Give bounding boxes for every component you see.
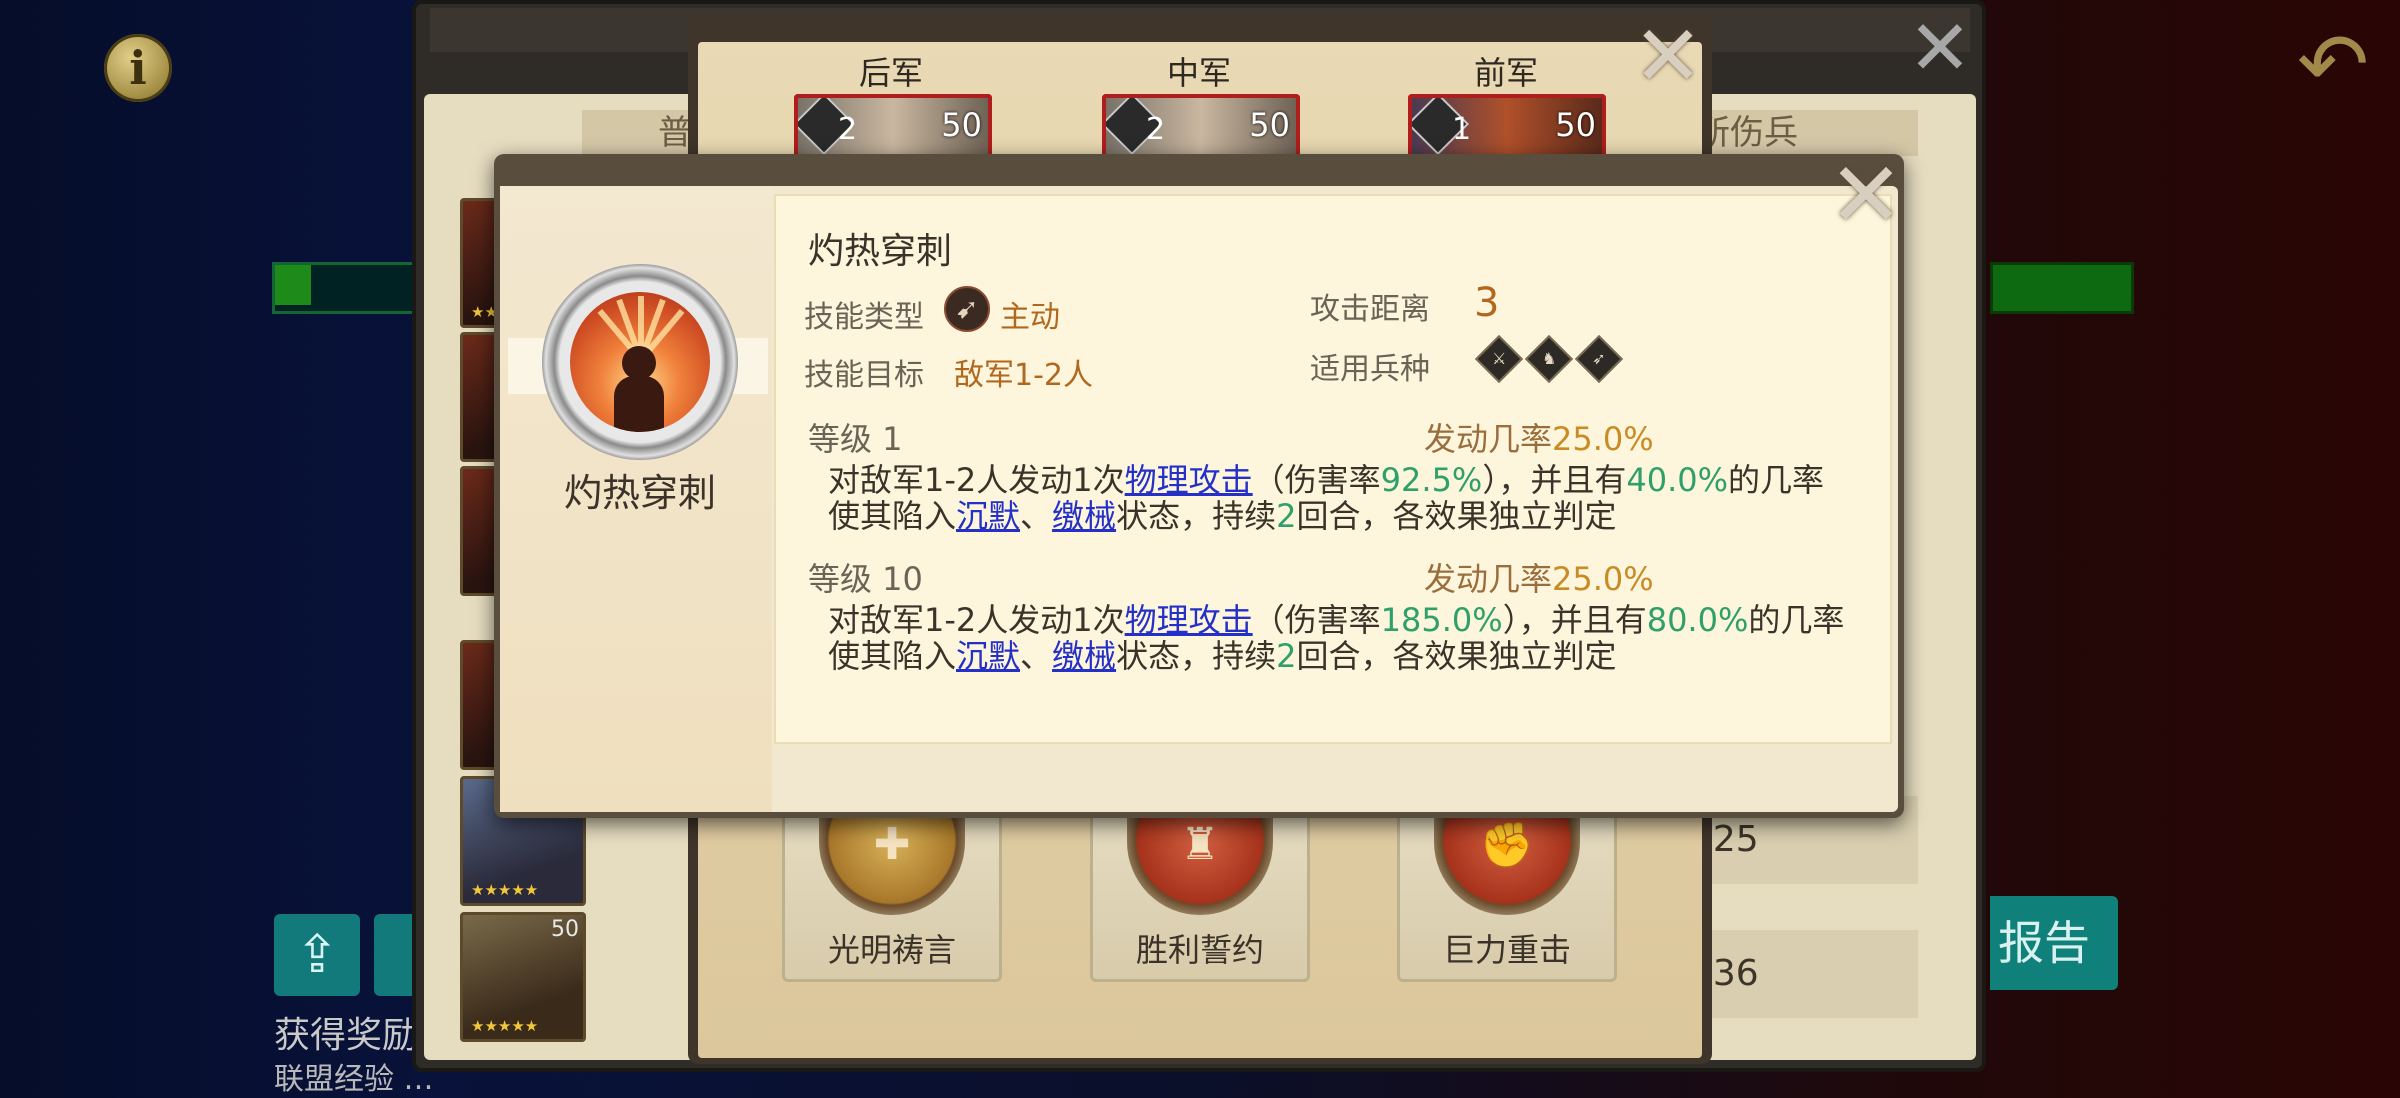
attack-range-label: 攻击距离 — [1310, 292, 1430, 327]
close-icon[interactable]: ✕ — [1632, 14, 1704, 98]
piercing-skill-icon — [570, 292, 710, 432]
hero-card[interactable]: 50 ★★★★★ — [460, 912, 586, 1042]
info-button[interactable]: i — [104, 34, 172, 102]
reward-title: 获得奖励 — [274, 1015, 419, 1056]
attack-range-value: 3 — [1474, 280, 1500, 326]
close-icon[interactable]: ✕ — [1826, 151, 1906, 241]
unit-star: 1 — [1452, 112, 1472, 147]
close-icon[interactable]: ✕ — [1906, 10, 1974, 86]
share-icon: ⇪ — [295, 925, 339, 985]
unit-level: 50 — [1249, 106, 1290, 144]
favorite-button[interactable] — [374, 914, 414, 996]
level-description-line1: 对敌军1-2人发动1次物理攻击（伤害率185.0%），并且有80.0%的几率 — [828, 601, 1845, 639]
unit-card-middle[interactable]: 2 50 — [1102, 94, 1300, 160]
skill-button-1[interactable]: ✚ 光明祷言 — [782, 791, 1002, 982]
unit-card-front[interactable]: 1 50 — [1408, 94, 1606, 160]
skill-target-label: 技能目标 — [804, 358, 924, 393]
disarm-link[interactable]: 缴械 — [1052, 497, 1116, 535]
troop-type-label: 适用兵种 — [1310, 352, 1430, 387]
row-label-rear: 后军 — [858, 54, 923, 92]
progress-bar-right — [1990, 262, 2134, 314]
physical-attack-link[interactable]: 物理攻击 — [1125, 461, 1253, 499]
level-description-line1: 对敌军1-2人发动1次物理攻击（伤害率92.5%），并且有40.0%的几率 — [828, 461, 1825, 499]
row-label-middle: 中军 — [1166, 54, 1231, 92]
unit-card-rear[interactable]: 2 50 — [794, 94, 992, 160]
level-description-line2: 使其陷入沉默、缴械状态，持续2回合，各效果独立判定 — [828, 497, 1617, 535]
skill-button-2[interactable]: ♜ 胜利誓约 — [1090, 791, 1310, 982]
share-button[interactable]: ⇪ — [274, 914, 360, 996]
report-button[interactable]: 报告 — [1990, 896, 2118, 990]
skill-icon-label: 灼热穿刺 — [563, 471, 716, 515]
unit-level: 50 — [941, 106, 982, 144]
silence-link[interactable]: 沉默 — [956, 637, 1020, 675]
star-rating: ★★★★★ — [471, 881, 539, 899]
reward-detail: 联盟经验 … — [274, 1062, 434, 1097]
silence-link[interactable]: 沉默 — [956, 497, 1020, 535]
trigger-rate: 发动几率25.0% — [1424, 420, 1654, 458]
skill-button-3[interactable]: ✊ 巨力重击 — [1397, 791, 1617, 982]
skill-type-value: 主动 — [1000, 300, 1060, 335]
back-arrow-icon[interactable]: ↶ — [2290, 22, 2376, 108]
level-description-line2: 使其陷入沉默、缴械状态，持续2回合，各效果独立判定 — [828, 637, 1617, 675]
level-title: 等级 10 — [808, 560, 923, 598]
active-skill-icon: ➹ — [944, 286, 990, 332]
physical-attack-link[interactable]: 物理攻击 — [1125, 601, 1253, 639]
disarm-link[interactable]: 缴械 — [1052, 637, 1116, 675]
skill-name: 巨力重击 — [1442, 931, 1571, 969]
skill-name: 光明祷言 — [827, 931, 956, 969]
row-label-front: 前军 — [1473, 54, 1538, 92]
skill-title: 灼热穿刺 — [808, 231, 953, 272]
stat-row: 236 — [1690, 930, 1918, 1018]
skill-type-label: 技能类型 — [804, 300, 924, 335]
star-rating: ★★★★★ — [471, 1017, 539, 1035]
level-title: 等级 1 — [808, 420, 903, 458]
unit-star: 2 — [1146, 112, 1166, 147]
hero-level: 50 — [551, 917, 579, 942]
progress-bar-left-fill — [275, 265, 311, 305]
skill-target-value: 敌军1-2人 — [954, 358, 1093, 393]
unit-star: 2 — [838, 112, 858, 147]
skill-name: 胜利誓约 — [1135, 931, 1264, 969]
trigger-rate: 发动几率25.0% — [1424, 560, 1654, 598]
unit-level: 50 — [1555, 106, 1596, 144]
